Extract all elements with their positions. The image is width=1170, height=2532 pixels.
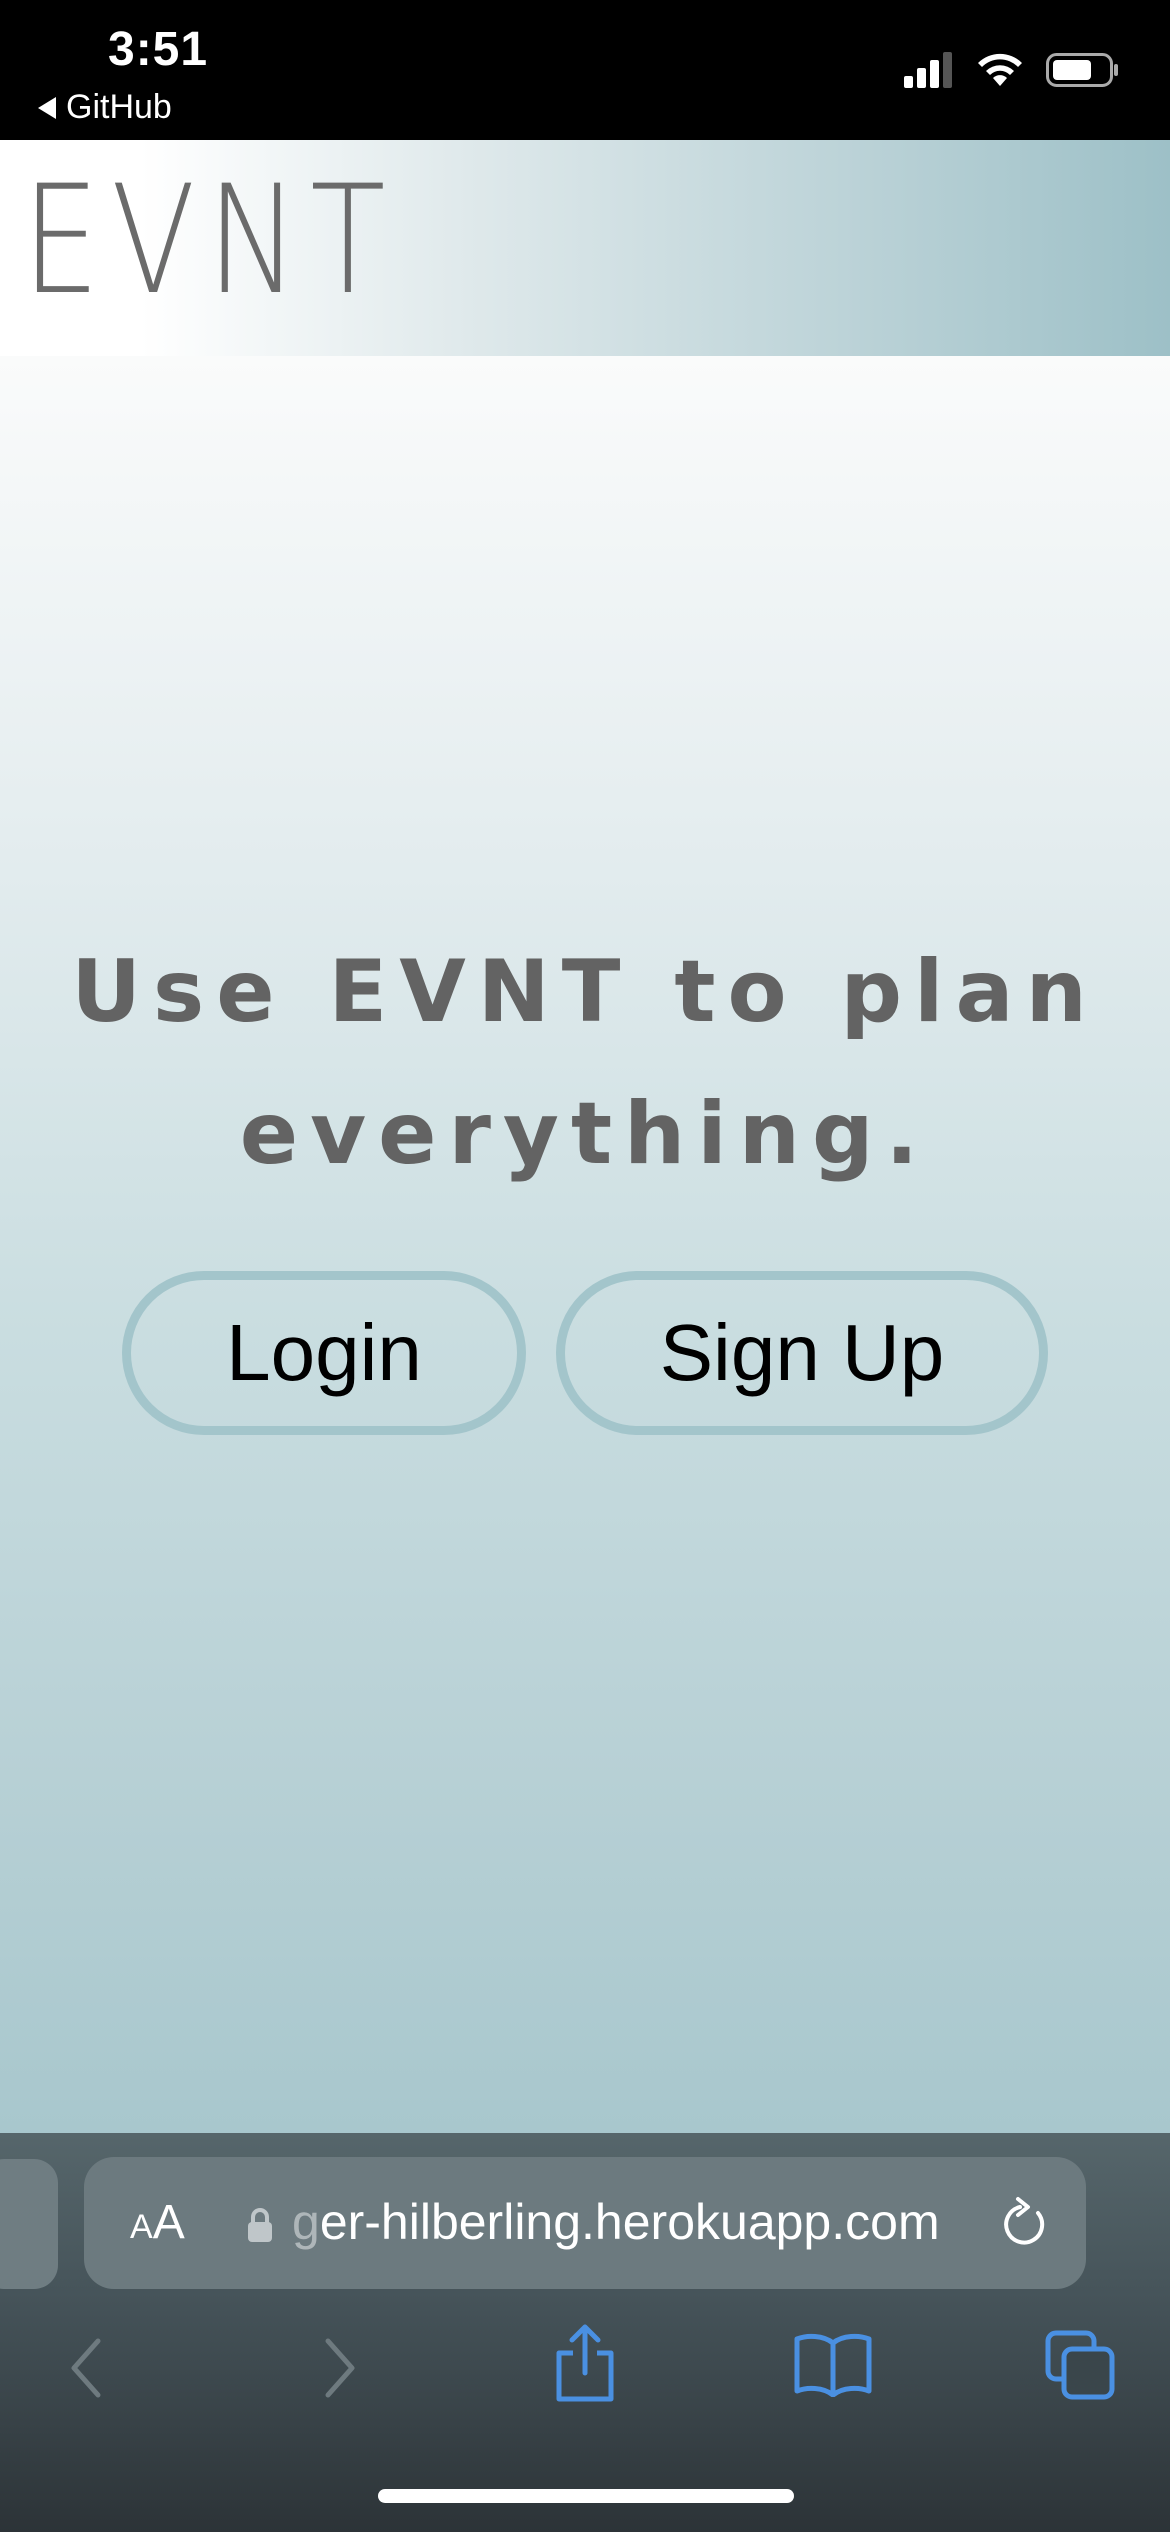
tabs-icon[interactable] xyxy=(1044,2329,1116,2401)
previous-tab-peek[interactable] xyxy=(0,2159,58,2289)
evnt-logo[interactable]: EVNT xyxy=(22,166,397,316)
browser-toolbar xyxy=(0,2313,1170,2433)
tagline-line-1: Use EVNT to plan xyxy=(71,942,1099,1042)
back-to-app-link[interactable]: GitHub xyxy=(38,88,172,127)
forward-arrow-icon[interactable] xyxy=(320,2333,360,2403)
signup-button[interactable]: Sign Up xyxy=(556,1271,1048,1435)
battery-icon xyxy=(1046,53,1118,87)
text-size-button[interactable]: AA xyxy=(130,2195,185,2250)
bookmarks-icon[interactable] xyxy=(793,2331,873,2397)
status-time: 3:51 xyxy=(108,23,209,76)
url-text[interactable]: ger-hilberling.herokuapp.com xyxy=(292,2193,940,2251)
back-arrow-icon[interactable] xyxy=(66,2333,106,2403)
reload-icon[interactable] xyxy=(998,2193,1052,2251)
login-button[interactable]: Login xyxy=(122,1271,526,1435)
status-bar: 3:51 GitHub xyxy=(0,0,1170,140)
back-app-label: GitHub xyxy=(66,88,172,126)
cellular-signal-icon xyxy=(904,52,952,88)
tagline: Use EVNT to plan everything. xyxy=(0,921,1170,1205)
address-bar[interactable]: AA ger-hilberling.herokuapp.com xyxy=(84,2157,1086,2289)
site-header: EVNT xyxy=(0,140,1170,356)
back-triangle-icon xyxy=(38,96,56,119)
share-icon[interactable] xyxy=(550,2323,620,2403)
wifi-icon xyxy=(978,53,1022,86)
lock-icon xyxy=(248,2208,272,2242)
browser-chrome: AA ger-hilberling.herokuapp.com xyxy=(0,2133,1170,2532)
home-indicator[interactable] xyxy=(378,2489,794,2503)
status-icons xyxy=(904,52,1120,88)
hero-section: Use EVNT to plan everything. Login Sign … xyxy=(0,356,1170,2133)
tagline-line-2: everything. xyxy=(239,1084,931,1184)
